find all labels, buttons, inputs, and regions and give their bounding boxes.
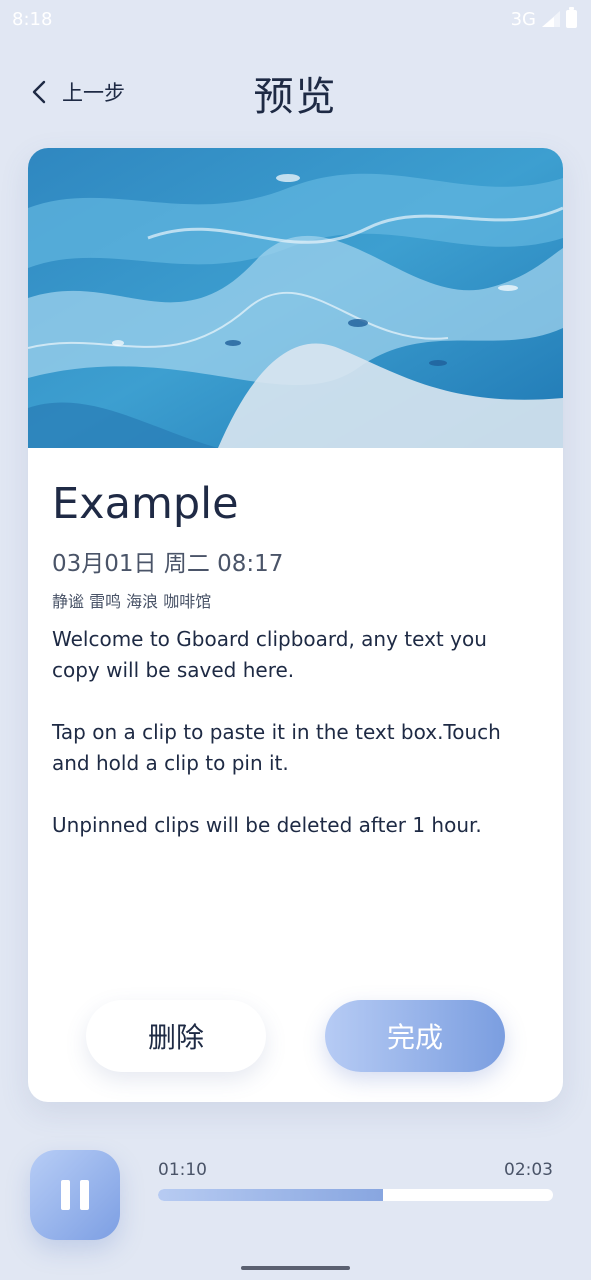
header: 上一步 预览 xyxy=(0,60,591,124)
progress-fill xyxy=(158,1189,384,1201)
current-time: 01:10 xyxy=(158,1160,207,1180)
done-button[interactable]: 完成 xyxy=(325,1000,505,1072)
preview-card: Example 03月01日 周二 08:17 静谧 雷鸣 海浪 咖啡馆 Wel… xyxy=(28,148,563,1102)
network-label: 3G xyxy=(510,8,536,30)
card-text: Welcome to Gboard clipboard, any text yo… xyxy=(52,627,501,837)
total-time: 02:03 xyxy=(504,1160,553,1180)
status-icons: 3G xyxy=(510,7,577,30)
progress-bar[interactable] xyxy=(158,1189,553,1201)
signal-icon xyxy=(542,11,560,27)
battery-icon xyxy=(566,7,577,28)
home-indicator[interactable] xyxy=(241,1266,350,1270)
card-tags: 静谧 雷鸣 海浪 咖啡馆 xyxy=(52,592,212,611)
pause-icon-bar xyxy=(80,1180,89,1210)
page-title: 预览 xyxy=(253,74,338,120)
status-bar: 8:18 3G xyxy=(0,0,591,38)
pause-button[interactable] xyxy=(30,1150,120,1240)
audio-player: 01:10 02:03 xyxy=(0,1140,591,1250)
status-time: 8:18 xyxy=(12,8,53,30)
blue-marble-abstract-image xyxy=(28,148,563,448)
pause-icon xyxy=(61,1180,70,1210)
card-title: Example xyxy=(52,479,239,529)
delete-button[interactable]: 删除 xyxy=(86,1000,266,1072)
card-date: 03月01日 周二 08:17 xyxy=(52,551,284,577)
card-body: Example 03月01日 周二 08:17 静谧 雷鸣 海浪 咖啡馆 Wel… xyxy=(28,448,563,841)
